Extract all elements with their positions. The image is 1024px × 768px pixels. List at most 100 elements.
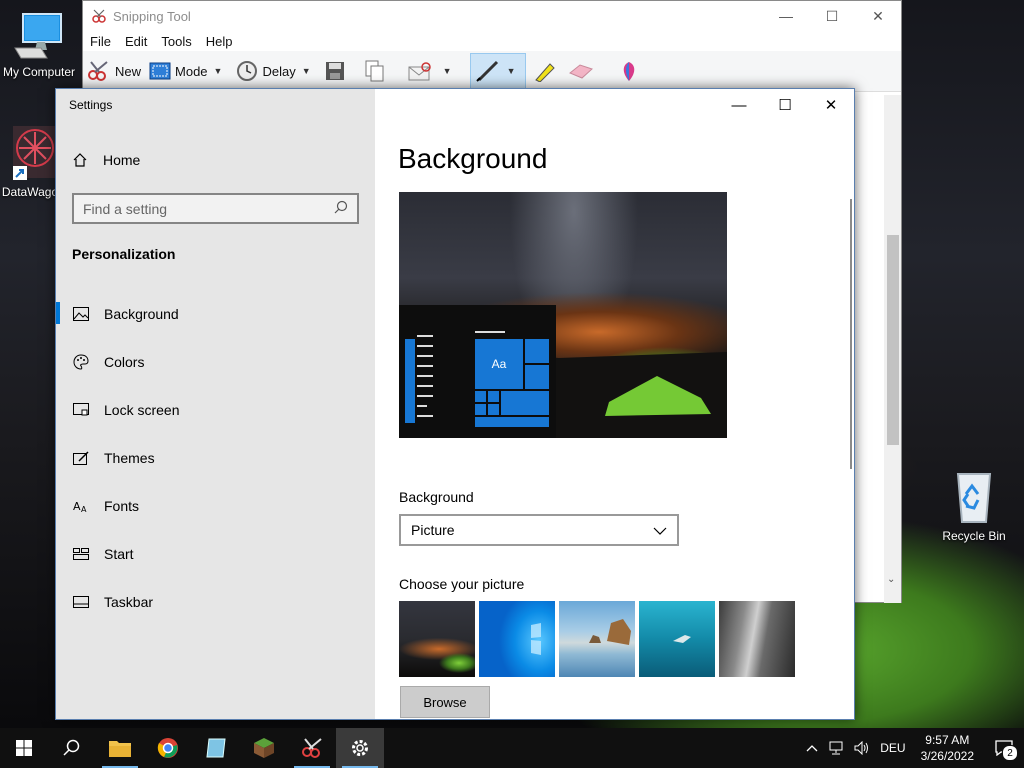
volume-icon[interactable] <box>854 741 870 755</box>
snipping-tool-icon <box>302 738 322 758</box>
paint3d-button[interactable] <box>620 60 642 82</box>
notification-count-badge: 2 <box>1002 745 1018 761</box>
svg-text:A: A <box>81 505 87 513</box>
picture-thumbnail-windows-blue[interactable] <box>479 601 555 677</box>
themes-icon <box>73 450 89 466</box>
pen-dropdown-arrow-icon[interactable]: ▼ <box>507 66 516 76</box>
search-icon <box>334 200 348 217</box>
language-indicator[interactable]: DEU <box>880 741 905 755</box>
snipping-tool-icon <box>92 9 106 23</box>
scroll-down-arrow-icon[interactable]: ⌄ <box>887 574 895 585</box>
computer-icon <box>14 13 62 59</box>
settings-content: Background Aa Background Picture Choose … <box>375 89 854 719</box>
picture-thumbnail-beach-rocks[interactable] <box>559 601 635 677</box>
taskbar-settings[interactable] <box>336 728 384 768</box>
copy-button[interactable] <box>365 60 389 82</box>
background-type-value: Picture <box>411 522 455 538</box>
nav-item-label: Start <box>104 546 134 562</box>
search-taskbar-button[interactable] <box>48 728 96 768</box>
menu-file[interactable]: File <box>90 34 111 49</box>
action-center-button[interactable]: 2 <box>984 728 1024 768</box>
close-button[interactable]: ✕ <box>855 1 901 31</box>
content-scrollbar[interactable] <box>850 199 852 469</box>
taskbar-notebook-app[interactable] <box>192 728 240 768</box>
home-link[interactable]: Home <box>72 152 140 168</box>
minimize-button[interactable]: — <box>763 1 809 31</box>
picture-thumbnail-underwater-swimmer[interactable] <box>639 601 715 677</box>
start-button[interactable] <box>0 728 48 768</box>
nav-item-background[interactable]: Background <box>56 290 375 338</box>
grass-block-icon <box>254 738 274 758</box>
taskbar-file-explorer[interactable] <box>96 728 144 768</box>
send-dropdown-arrow-icon[interactable]: ▼ <box>443 66 452 76</box>
desktop-icon-label: Recycle Bin <box>942 529 1006 543</box>
system-tray: DEU 9:57 AM 3/26/2022 2 <box>801 728 1024 768</box>
nav-item-label: Fonts <box>104 498 140 514</box>
delay-dropdown-arrow-icon[interactable]: ▼ <box>302 66 311 76</box>
search-icon <box>63 739 80 756</box>
find-setting-search[interactable]: Find a setting <box>72 193 359 224</box>
picture-thumbnail-rock-cliff[interactable] <box>719 601 795 677</box>
new-snip-button[interactable]: New <box>87 60 141 82</box>
nav-item-themes[interactable]: Themes <box>56 434 375 482</box>
personalization-heading: Personalization <box>72 246 176 262</box>
new-label: New <box>115 63 142 79</box>
background-preview: Aa <box>399 192 727 438</box>
nav-item-colors[interactable]: Colors <box>56 338 375 386</box>
recycle-bin-icon <box>956 473 992 523</box>
clock-time: 9:57 AM <box>925 733 970 747</box>
mode-dropdown-arrow-icon[interactable]: ▼ <box>214 66 223 76</box>
lock-screen-icon <box>73 402 89 418</box>
my-computer-shortcut[interactable]: My Computer <box>0 10 78 79</box>
taskbar-snipping-tool[interactable] <box>288 728 336 768</box>
picture-thumbnail-night-tent[interactable] <box>399 601 475 677</box>
save-snip-button[interactable] <box>325 61 349 81</box>
nav-item-start[interactable]: Start <box>56 530 375 578</box>
taskbar-minecraft[interactable] <box>240 728 288 768</box>
maximize-button[interactable]: ☐ <box>809 1 855 31</box>
taskbar-chrome[interactable] <box>144 728 192 768</box>
clock-icon <box>237 61 258 81</box>
menu-tools[interactable]: Tools <box>161 34 191 49</box>
delay-label: Delay <box>262 63 296 79</box>
clock-date: 3/26/2022 <box>920 749 974 763</box>
nav-item-lock-screen[interactable]: Lock screen <box>56 386 375 434</box>
taskbar: DEU 9:57 AM 3/26/2022 2 <box>0 728 1024 768</box>
nav-item-label: Taskbar <box>104 594 154 610</box>
eraser-button[interactable] <box>568 61 598 81</box>
datawago-shortcut[interactable]: DataWago <box>0 124 60 199</box>
snipping-tool-scrollbar[interactable]: ⌄ <box>884 95 901 603</box>
save-icon <box>325 62 344 80</box>
copy-icon <box>365 60 384 82</box>
highlighter-button[interactable] <box>532 60 560 82</box>
network-icon[interactable] <box>828 741 844 755</box>
nav-item-label: Themes <box>104 450 155 466</box>
clock[interactable]: 9:57 AM 3/26/2022 <box>921 732 974 764</box>
send-email-icon <box>408 62 431 81</box>
fonts-icon: AA <box>73 498 89 514</box>
pen-tool-button[interactable]: ▼ <box>469 53 527 89</box>
menu-edit[interactable]: Edit <box>125 34 147 49</box>
svg-text:A: A <box>73 500 81 513</box>
menu-help[interactable]: Help <box>206 34 233 49</box>
background-type-label: Background <box>399 489 474 505</box>
browse-button[interactable]: Browse <box>400 686 490 718</box>
snipping-tool-toolbar: New Mode ▼ Delay ▼ ▼ ▼ <box>83 51 901 92</box>
delay-button[interactable]: Delay ▼ <box>236 60 316 82</box>
chevron-up-icon[interactable] <box>806 744 818 752</box>
recycle-bin-shortcut[interactable]: Recycle Bin <box>938 466 1010 543</box>
page-title: Background <box>398 143 548 174</box>
settings-window: Settings Home Find a setting Personaliza… <box>55 88 855 720</box>
background-type-select[interactable]: Picture <box>399 514 679 546</box>
nav-item-taskbar[interactable]: Taskbar <box>56 578 375 626</box>
scrollbar-thumb[interactable] <box>887 235 899 445</box>
nav-item-fonts[interactable]: AA Fonts <box>56 482 375 530</box>
chrome-icon <box>157 738 178 758</box>
pen-icon <box>475 60 498 82</box>
settings-sidebar: Settings Home Find a setting Personaliza… <box>56 89 375 719</box>
settings-window-title: Settings <box>69 98 113 112</box>
desktop-icon-label: DataWago <box>1 185 59 199</box>
preview-tile: Aa <box>475 339 523 389</box>
mode-button[interactable]: Mode ▼ <box>149 62 228 80</box>
send-snip-button[interactable]: ▼ <box>407 61 458 81</box>
